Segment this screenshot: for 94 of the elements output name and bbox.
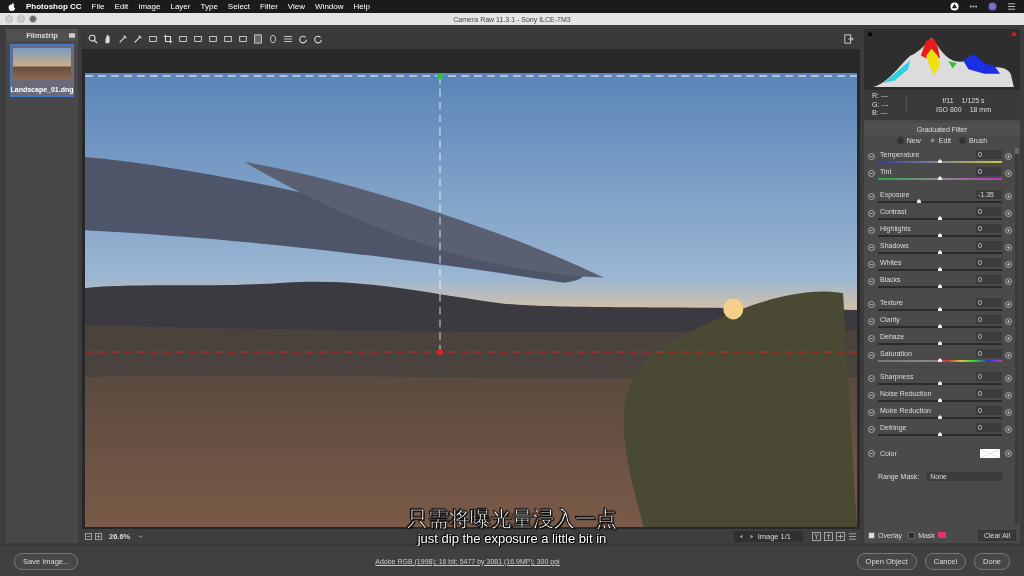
plus-icon[interactable] xyxy=(1005,193,1012,200)
plus-icon[interactable] xyxy=(1005,244,1012,251)
minus-icon[interactable] xyxy=(868,449,875,457)
menu-item[interactable]: View xyxy=(287,2,306,11)
minus-icon[interactable] xyxy=(868,244,875,251)
zoom-in-icon[interactable] xyxy=(95,532,102,540)
minus-icon[interactable] xyxy=(868,426,875,433)
export-icon[interactable] xyxy=(844,34,854,44)
menu-item[interactable]: Select xyxy=(227,2,251,11)
ellipse-icon[interactable] xyxy=(268,34,278,44)
plus-icon[interactable] xyxy=(1005,153,1012,160)
minus-icon[interactable] xyxy=(868,210,875,217)
slider-thumb[interactable] xyxy=(938,159,942,163)
plus-icon[interactable] xyxy=(1005,170,1012,177)
slider-thumb[interactable] xyxy=(938,176,942,180)
slider-thumb[interactable] xyxy=(938,432,942,436)
crop-icon[interactable] xyxy=(163,34,173,44)
minus-icon[interactable] xyxy=(868,227,875,234)
mask-color-swatch[interactable] xyxy=(937,532,946,538)
subtitle-english: just dip the exposure a little bit in xyxy=(417,532,607,547)
menu-item[interactable]: Layer xyxy=(170,2,191,11)
menu-item[interactable]: File xyxy=(91,2,105,11)
plus-icon[interactable] xyxy=(1005,227,1012,234)
plus-icon[interactable] xyxy=(1005,375,1012,382)
list-icon[interactable] xyxy=(1007,2,1016,11)
minus-icon[interactable] xyxy=(868,375,875,382)
slider-thumb[interactable] xyxy=(938,307,942,311)
plus-icon[interactable] xyxy=(1005,278,1012,285)
app-menu[interactable]: Photoshop CC xyxy=(26,2,82,11)
menu-item[interactable]: Type xyxy=(200,2,218,11)
plus-icon[interactable] xyxy=(1005,426,1012,433)
search-icon[interactable] xyxy=(88,34,98,44)
radio-icon[interactable] xyxy=(928,137,936,144)
globe-icon[interactable] xyxy=(988,2,997,11)
minus-icon[interactable] xyxy=(868,318,875,325)
zoom-out-icon[interactable] xyxy=(85,532,92,540)
menu-item[interactable]: Image xyxy=(138,2,161,11)
swap-icon[interactable] xyxy=(824,531,833,541)
menu-icon[interactable] xyxy=(69,32,75,38)
slider-thumb[interactable] xyxy=(938,324,942,328)
end-pin-handle[interactable] xyxy=(437,349,443,355)
plus-icon[interactable] xyxy=(1005,449,1012,457)
maximize-icon[interactable] xyxy=(29,15,37,23)
minus-icon[interactable] xyxy=(868,335,875,342)
menu-item[interactable]: Filter xyxy=(260,2,278,11)
settings-icon[interactable] xyxy=(848,531,857,541)
plus-icon[interactable] xyxy=(1005,301,1012,308)
hand-icon[interactable] xyxy=(103,34,113,44)
minus-icon[interactable] xyxy=(868,392,875,399)
checkbox-icon[interactable] xyxy=(868,531,875,539)
slider-thumb[interactable] xyxy=(938,267,942,271)
minus-icon[interactable] xyxy=(868,301,875,308)
dropdown-caret-icon[interactable] xyxy=(137,532,145,540)
plus-icon[interactable] xyxy=(1005,392,1012,399)
plus-icon[interactable] xyxy=(1005,352,1012,359)
plus-icon[interactable] xyxy=(1005,318,1012,325)
minus-icon[interactable] xyxy=(868,261,875,268)
shadow-clipping-icon[interactable] xyxy=(867,31,873,36)
list-icon[interactable] xyxy=(283,34,293,44)
highlight-clipping-icon[interactable] xyxy=(1011,31,1017,36)
plus-icon[interactable] xyxy=(1005,335,1012,342)
minus-icon[interactable] xyxy=(868,409,875,416)
minus-icon[interactable] xyxy=(868,278,875,285)
plus-icon[interactable] xyxy=(1005,409,1012,416)
minus-icon[interactable] xyxy=(868,352,875,359)
slider-thumb[interactable] xyxy=(938,250,942,254)
eyedropper-icon[interactable] xyxy=(133,34,143,44)
compare-y-icon[interactable] xyxy=(812,531,821,541)
slider-thumb[interactable] xyxy=(938,398,942,402)
color-swatch[interactable] xyxy=(980,448,1000,458)
start-pin-handle[interactable] xyxy=(437,73,443,79)
minus-icon[interactable] xyxy=(868,153,875,160)
eyedropper-icon[interactable] xyxy=(118,34,128,44)
plus-icon[interactable] xyxy=(1005,261,1012,268)
menu-item[interactable]: Window xyxy=(315,2,344,11)
slider-thumb[interactable] xyxy=(938,284,942,288)
filter-start-line[interactable] xyxy=(85,74,857,78)
photo-placeholder xyxy=(13,48,71,80)
menu-item[interactable]: Edit xyxy=(114,2,129,11)
minus-icon[interactable] xyxy=(868,193,875,200)
checkbox-icon[interactable] xyxy=(908,531,916,539)
slider-thumb[interactable] xyxy=(938,216,942,220)
minus-icon[interactable] xyxy=(868,170,875,177)
slider-thumb[interactable] xyxy=(938,358,942,362)
slider-thumb[interactable] xyxy=(938,233,942,237)
plus-icon[interactable] xyxy=(1005,210,1012,217)
apple-icon[interactable] xyxy=(8,1,16,12)
slider-thumb[interactable] xyxy=(938,381,942,385)
status-icon[interactable] xyxy=(950,2,959,11)
previous-icon[interactable] xyxy=(737,532,745,540)
menu-item[interactable]: Help xyxy=(353,2,370,11)
slider-thumb[interactable] xyxy=(938,415,942,419)
slider-thumb[interactable] xyxy=(938,341,942,345)
slider-thumb[interactable] xyxy=(916,199,921,203)
